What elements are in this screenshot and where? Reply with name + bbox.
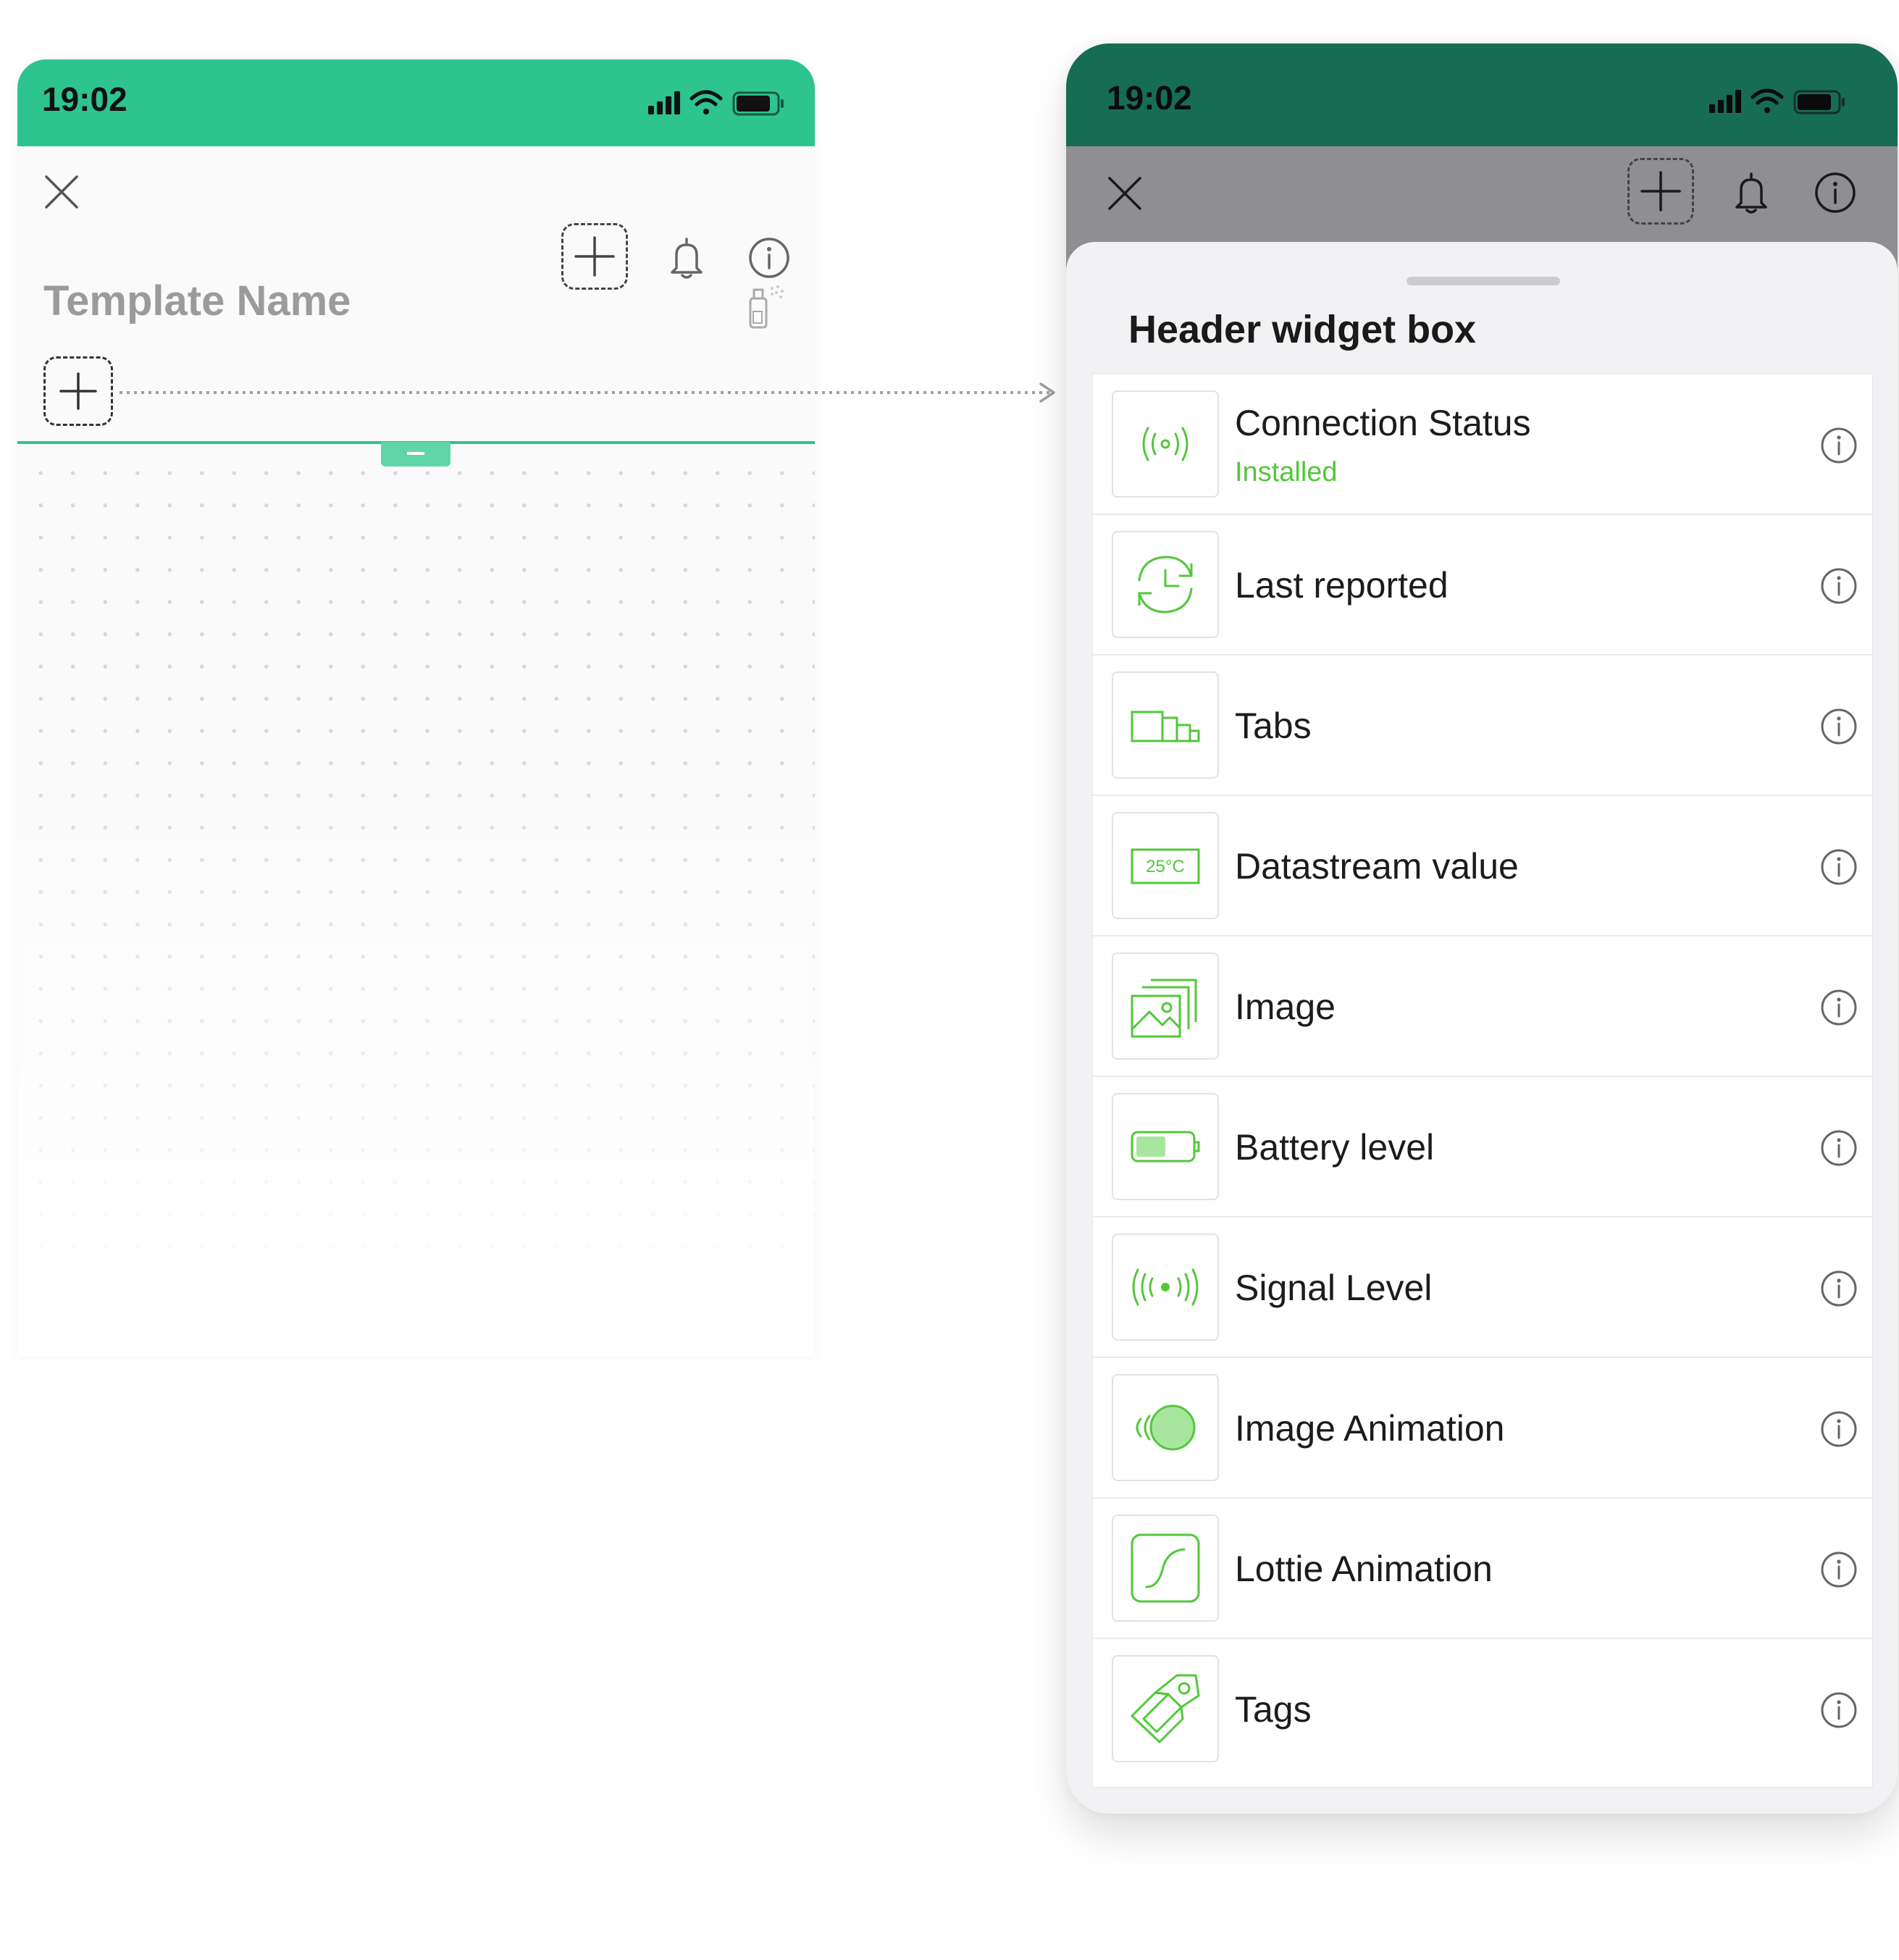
template-name-title[interactable]: Template Name [43,277,351,325]
wifi-icon [1751,88,1784,113]
widget-row-image-animation[interactable]: Image Animation [1093,1358,1872,1499]
connection-icon [1142,427,1189,461]
widget-label: Last reported [1235,565,1449,606]
widget-icon-frame [1112,1374,1219,1481]
sheet-grabber[interactable] [1407,277,1560,285]
battery-icon [1793,90,1845,114]
widget-icon-frame [1112,952,1219,1060]
widget-row-battery-level[interactable]: Battery level [1093,1077,1872,1218]
bottom-sheet: Header widget box Connection Status Inst… [1066,242,1898,1814]
close-icon[interactable] [42,172,81,212]
close-icon[interactable] [1105,174,1144,213]
plus-icon [574,236,615,277]
widget-box-screen: 19:02 Header widget box Connection Statu… [1066,43,1898,1814]
widget-label: Lottie Animation [1235,1549,1493,1589]
image-icon [1131,979,1197,1038]
tags-icon [1131,1674,1200,1743]
toolbar [17,146,815,290]
widget-label: Connection Status [1235,403,1531,443]
status-time: 19:02 [42,80,127,118]
widget-label: Datastream value [1235,846,1519,887]
widget-icon-frame [1112,390,1219,498]
widget-icon-frame [1112,1234,1219,1341]
info-icon[interactable] [1820,1691,1858,1729]
widget-icon-frame: 25°C [1112,812,1219,919]
widget-icon-frame [1112,1515,1219,1622]
widget-row-image[interactable]: Image [1093,937,1872,1077]
widget-row-tabs[interactable]: Tabs [1093,656,1872,796]
add-header-widget-button[interactable] [43,356,113,426]
widget-label: Image Animation [1235,1408,1505,1449]
info-icon[interactable] [1820,848,1858,886]
widget-row-datastream-value[interactable]: 25°C Datastream value [1093,796,1872,937]
info-icon[interactable] [1820,1129,1858,1167]
widget-icon-frame [1112,1655,1219,1762]
status-time: 19:02 [1107,79,1192,117]
info-icon[interactable] [1820,1270,1858,1307]
lottie-icon [1131,1533,1200,1603]
widget-label: Tags [1235,1689,1312,1730]
canvas-dot-grid [17,444,815,1356]
info-icon[interactable] [1820,708,1858,745]
datastream-icon: 25°C [1131,848,1200,884]
widget-list: Connection Status Installed Last reporte… [1092,374,1873,1788]
sheet-title: Header widget box [1128,308,1477,351]
status-bar: 19:02 [17,59,815,146]
widget-label: Battery level [1235,1127,1435,1168]
widget-row-tags[interactable]: Tags [1093,1639,1872,1780]
template-editor-screen: 19:02 Template Name [17,59,815,1356]
add-widget-button[interactable] [561,223,628,290]
status-icons [648,90,784,116]
info-icon[interactable] [1820,989,1858,1026]
plus-icon [59,372,97,410]
widget-row-connection-status[interactable]: Connection Status Installed [1093,374,1872,515]
wifi-icon [689,90,723,114]
clock-refresh-icon [1138,556,1193,613]
connector-arrow [120,382,1055,403]
info-icon[interactable] [1814,171,1857,214]
widget-icon-frame [1112,531,1219,638]
bell-icon[interactable] [1731,171,1772,214]
widget-icon-frame [1112,671,1219,779]
tabs-icon [1131,711,1200,742]
plus-icon [1640,171,1681,212]
info-icon[interactable] [1820,427,1858,464]
battery-icon [732,91,784,116]
cellular-signal-icon [648,91,680,114]
widget-row-signal-level[interactable]: Signal Level [1093,1218,1872,1358]
info-icon[interactable] [1820,1551,1858,1588]
spray-clean-icon[interactable] [743,284,787,330]
widget-icon-frame [1112,1093,1219,1200]
signal-icon [1132,1268,1199,1306]
widget-row-lottie-animation[interactable]: Lottie Animation [1093,1499,1872,1639]
image-animation-icon [1136,1404,1196,1451]
widget-label: Signal Level [1235,1268,1433,1308]
info-icon[interactable] [747,236,791,280]
bell-icon[interactable] [666,236,707,280]
installed-badge: Installed [1235,457,1338,487]
battery-icon [1131,1131,1200,1163]
status-icons [1709,88,1845,114]
widget-row-last-reported[interactable]: Last reported [1093,515,1872,656]
add-widget-button[interactable] [1627,158,1694,225]
datastream-icon-text: 25°C [1146,857,1185,876]
widget-label: Image [1235,987,1336,1027]
status-bar: 19:02 [1066,43,1898,146]
info-icon[interactable] [1820,1410,1858,1448]
widget-label: Tabs [1235,705,1312,746]
cellular-signal-icon [1709,90,1741,113]
info-icon[interactable] [1820,567,1858,605]
